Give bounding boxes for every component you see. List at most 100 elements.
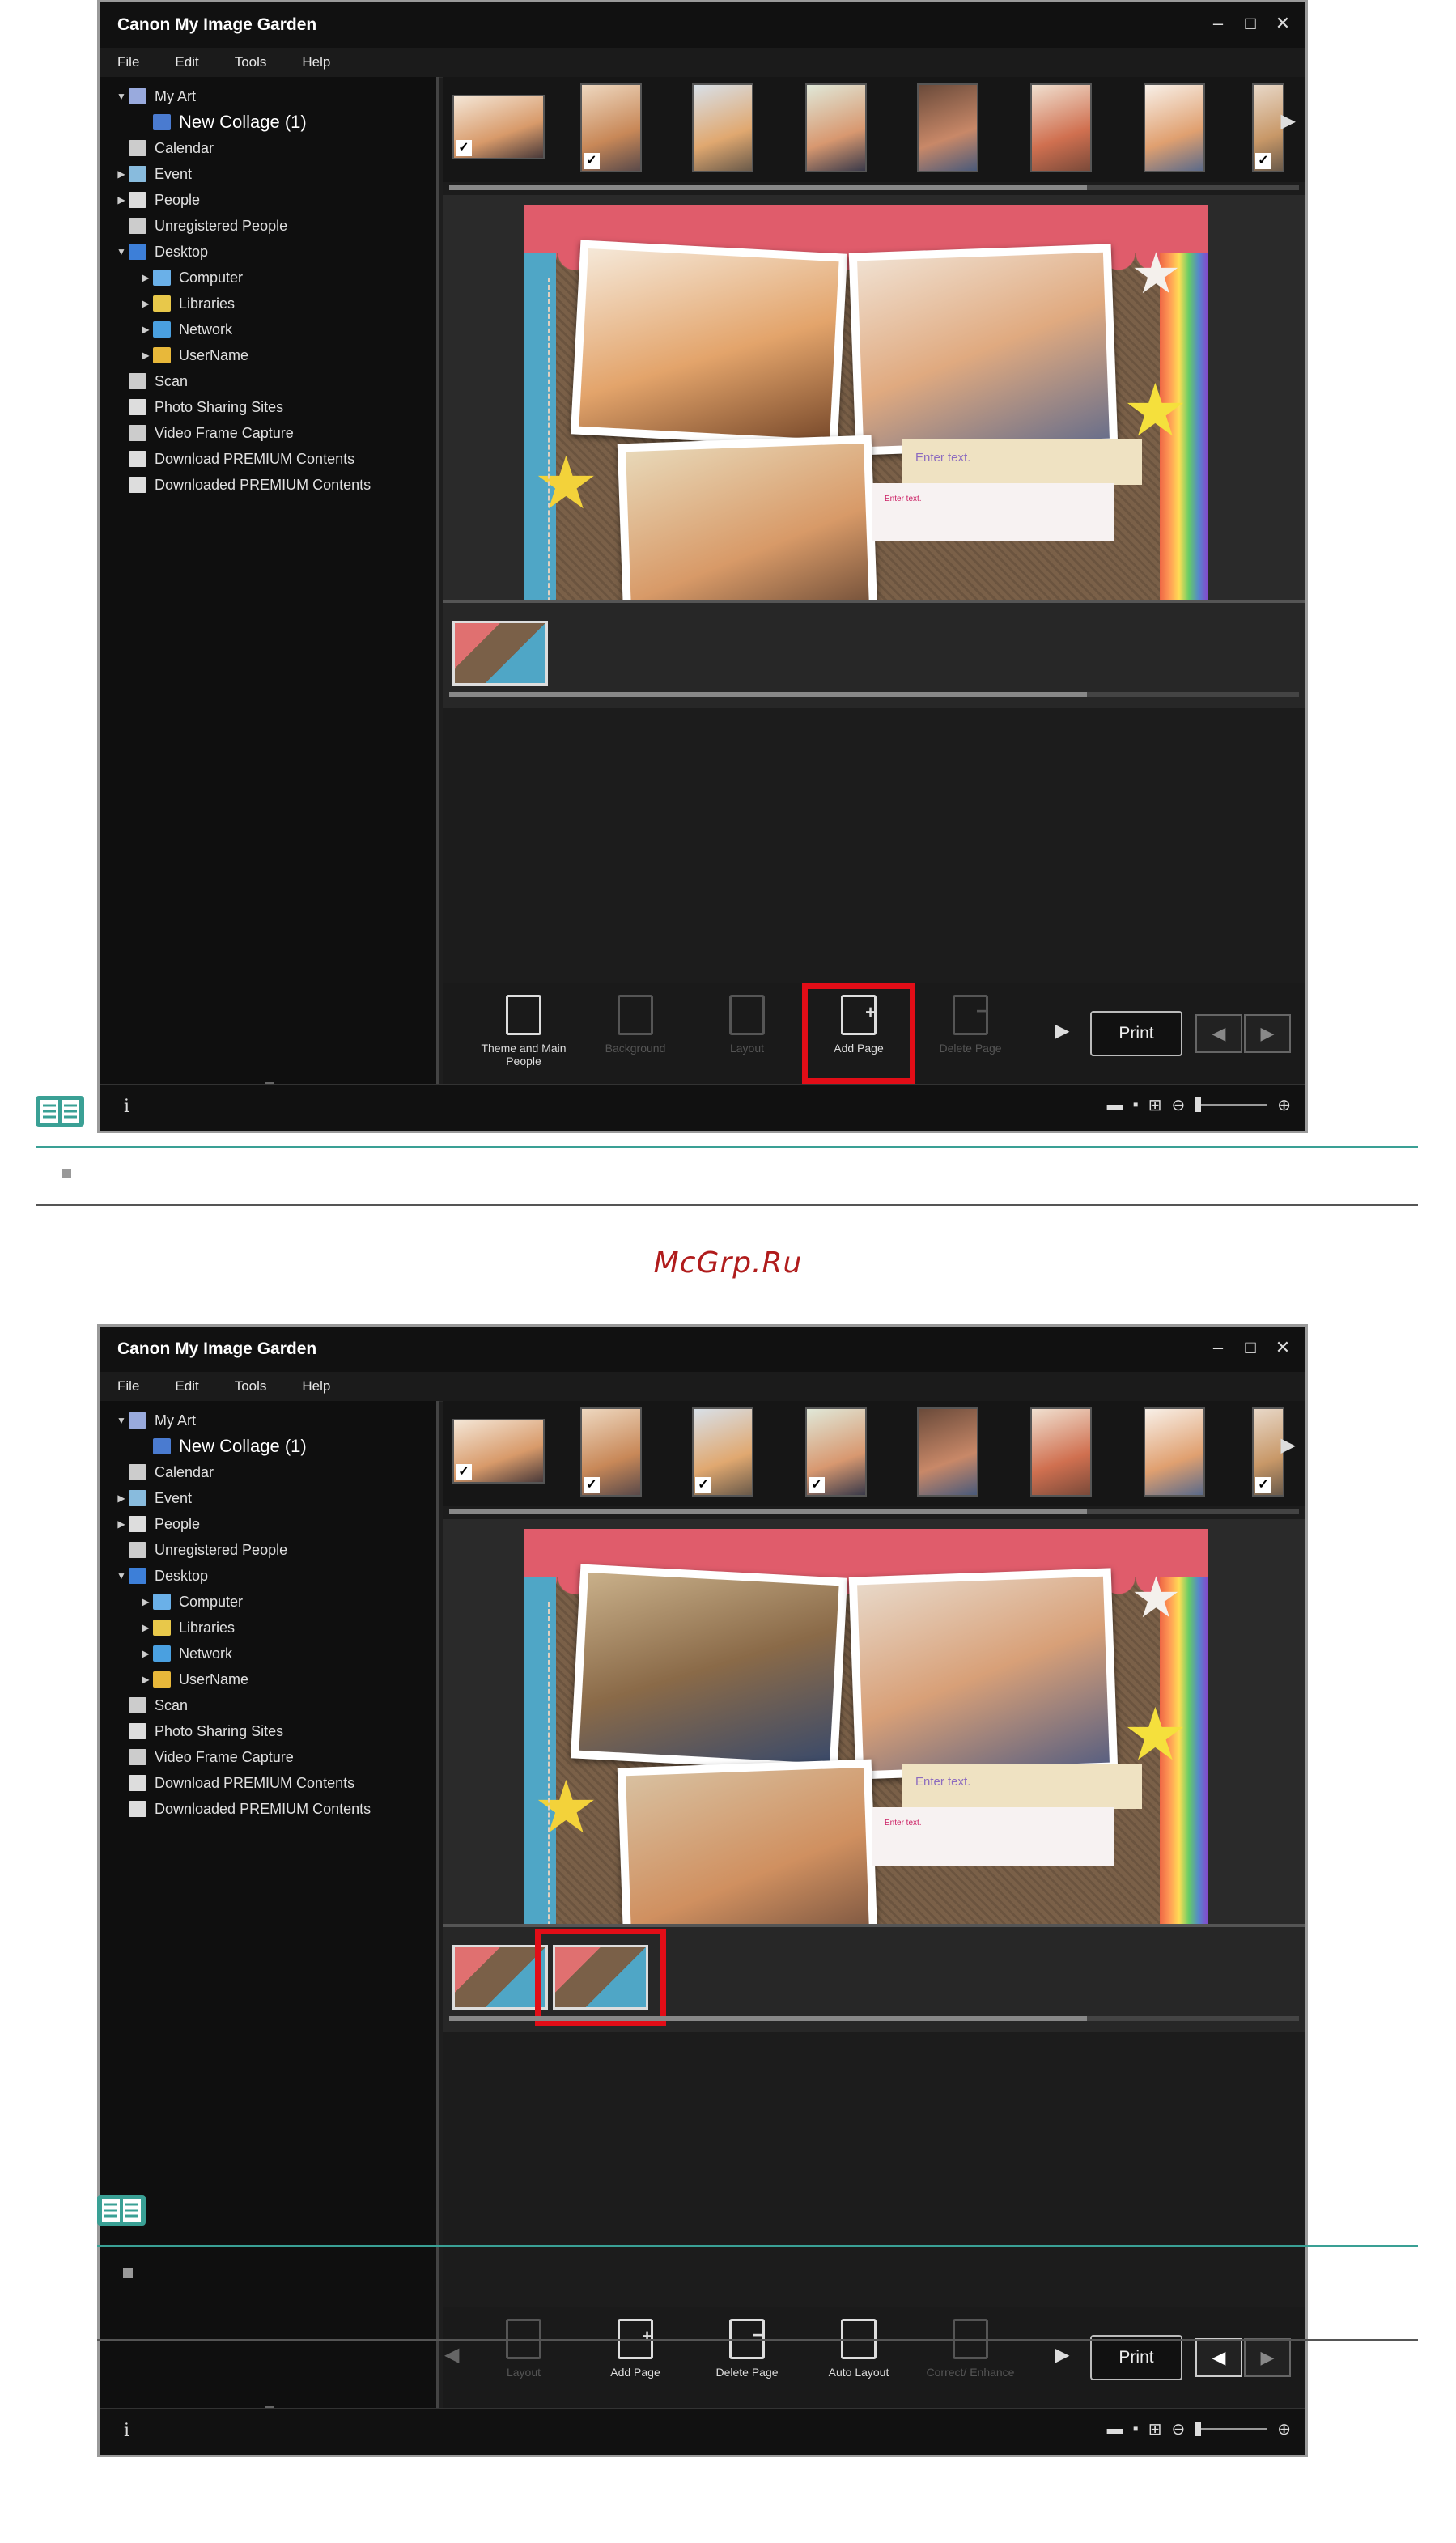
sidebar-item-network[interactable]: ▶ Network [138,316,232,342]
sidebar-item-calendar[interactable]: Calendar [114,135,214,161]
sidebar-item-libraries[interactable]: ▶ Libraries [138,291,235,316]
sidebar-item-desktop[interactable]: ▼ Desktop [114,239,208,265]
sidebar-item-downloaded-premium-contents[interactable]: Downloaded PREMIUM Contents [114,1796,371,1822]
expand-right-icon[interactable]: ▶ [138,324,153,335]
more-tools-icon[interactable]: ▶ [1055,1019,1069,1042]
next-page-button[interactable]: ▶ [1244,1014,1291,1053]
photo-thumbnail[interactable] [917,83,978,172]
photo-thumbnail[interactable] [1030,83,1092,172]
expand-right-icon[interactable]: ▶ [138,350,153,361]
sidebar-item-unregistered-people[interactable]: Unregistered People [114,213,287,239]
fit-view-icon[interactable]: ⊞ [1148,2419,1162,2439]
print-button[interactable]: Print [1090,1011,1182,1056]
photo-thumbnail[interactable]: ✓ [1252,83,1284,172]
tool-add-page-button[interactable]: Add Page [587,2319,684,2379]
maximize-icon[interactable]: □ [1242,1338,1259,1357]
sidebar-item-new-collage-1[interactable]: New Collage (1) [138,1433,307,1459]
list-view-icon[interactable]: ▬ [1107,2420,1123,2439]
sidebar-item-people[interactable]: ▶ People [114,187,200,213]
thumbnail-scrollbar[interactable] [449,1509,1299,1514]
photo-thumbnail[interactable] [805,83,867,172]
photo-thumbnail[interactable]: ✓ [452,95,545,159]
scroll-right-icon[interactable]: ▶ [1281,1433,1296,1457]
sidebar-item-event[interactable]: ▶ Event [114,161,192,187]
sidebar-item-scan[interactable]: Scan [114,1692,188,1718]
collage-photo-3[interactable] [617,1759,879,1924]
checked-icon[interactable]: ✓ [584,1477,600,1493]
menu-edit[interactable]: Edit [175,54,198,70]
expand-down-icon[interactable]: ▼ [114,91,129,102]
menu-file[interactable]: File [117,54,139,70]
menu-tools[interactable]: Tools [235,54,267,70]
expand-right-icon[interactable]: ▶ [114,194,129,206]
zoom-slider[interactable] [1195,1097,1268,1112]
collage-textbox-small[interactable]: Enter text. [872,1807,1114,1866]
grid-view-icon[interactable]: ▪ [1133,1096,1139,1114]
zoom-out-icon[interactable]: ⊖ [1171,2419,1185,2439]
menu-tools[interactable]: Tools [235,1378,267,1395]
scroll-right-icon[interactable]: ▶ [1281,109,1296,133]
expand-down-icon[interactable]: ▼ [114,1415,129,1426]
photo-thumbnail[interactable] [917,1407,978,1497]
minimize-icon[interactable]: – [1210,14,1226,33]
expand-right-icon[interactable]: ▶ [138,1596,153,1607]
photo-thumbnail[interactable] [1144,83,1205,172]
page-thumbnail[interactable] [452,621,548,686]
tool-theme-and-main-people-button[interactable]: Theme and Main People [475,995,572,1068]
sidebar-item-scan[interactable]: Scan [114,368,188,394]
collage-textbox-small[interactable]: Enter text. [872,483,1114,541]
close-icon[interactable]: ✕ [1275,1338,1291,1357]
expand-right-icon[interactable]: ▶ [138,1648,153,1659]
grid-view-icon[interactable]: ▪ [1133,2420,1139,2439]
sidebar-item-unregistered-people[interactable]: Unregistered People [114,1537,287,1563]
expand-right-icon[interactable]: ▶ [138,272,153,283]
expand-right-icon[interactable]: ▶ [138,298,153,309]
photo-thumbnail[interactable] [1030,1407,1092,1497]
page-thumbnail[interactable] [452,1945,548,2010]
menu-edit[interactable]: Edit [175,1378,198,1395]
collage-photo-2[interactable] [848,1568,1119,1780]
expand-down-icon[interactable]: ▼ [114,246,129,257]
checked-icon[interactable]: ✓ [1255,1477,1271,1493]
photo-thumbnail[interactable]: ✓ [452,1419,545,1484]
sidebar-item-download-premium-contents[interactable]: Download PREMIUM Contents [114,446,354,472]
previous-page-button[interactable]: ◀ [1195,1014,1242,1053]
checked-icon[interactable]: ✓ [456,140,472,156]
thumbnail-scrollbar[interactable] [449,185,1299,190]
checked-icon[interactable]: ✓ [584,153,600,169]
sidebar-item-my-art[interactable]: ▼ My Art [114,83,196,109]
sidebar-item-username[interactable]: ▶ UserName [138,342,248,368]
expand-right-icon[interactable]: ▶ [114,1492,129,1504]
expand-right-icon[interactable]: ▶ [138,1674,153,1685]
zoom-in-icon[interactable]: ⊕ [1277,2419,1291,2439]
expand-right-icon[interactable]: ▶ [114,1518,129,1530]
sidebar-item-new-collage-1[interactable]: New Collage (1) [138,109,307,135]
collage-photo-2[interactable] [848,244,1119,456]
expand-down-icon[interactable]: ▼ [114,1570,129,1581]
tool-delete-page-button[interactable]: Delete Page [698,2319,796,2379]
page-scrollbar[interactable] [449,2016,1299,2021]
print-button[interactable]: Print [1090,2335,1182,2380]
menu-help[interactable]: Help [302,54,330,70]
sidebar-item-calendar[interactable]: Calendar [114,1459,214,1485]
minimize-icon[interactable]: – [1210,1338,1226,1357]
expand-right-icon[interactable]: ▶ [114,168,129,180]
page-scrollbar[interactable] [449,692,1299,697]
collage-textbox[interactable]: Enter text. [902,439,1142,485]
photo-thumbnail[interactable]: ✓ [580,1407,642,1497]
checked-icon[interactable]: ✓ [695,1477,711,1493]
checked-icon[interactable]: ✓ [1255,153,1271,169]
sidebar-item-libraries[interactable]: ▶ Libraries [138,1615,235,1641]
photo-thumbnail[interactable]: ✓ [1252,1407,1284,1497]
scroll-left-icon[interactable]: ◀ [444,2343,459,2367]
sidebar-item-video-frame-capture[interactable]: Video Frame Capture [114,1744,294,1770]
collage-textbox[interactable]: Enter text. [902,1764,1142,1809]
more-tools-icon[interactable]: ▶ [1055,2343,1069,2367]
photo-thumbnail[interactable]: ✓ [580,83,642,172]
collage-photo-1[interactable] [570,240,848,448]
sidebar-item-username[interactable]: ▶ UserName [138,1666,248,1692]
previous-page-button[interactable]: ◀ [1195,2338,1242,2377]
photo-thumbnail[interactable] [1144,1407,1205,1497]
sidebar-item-photo-sharing-sites[interactable]: Photo Sharing Sites [114,394,283,420]
sidebar-item-photo-sharing-sites[interactable]: Photo Sharing Sites [114,1718,283,1744]
